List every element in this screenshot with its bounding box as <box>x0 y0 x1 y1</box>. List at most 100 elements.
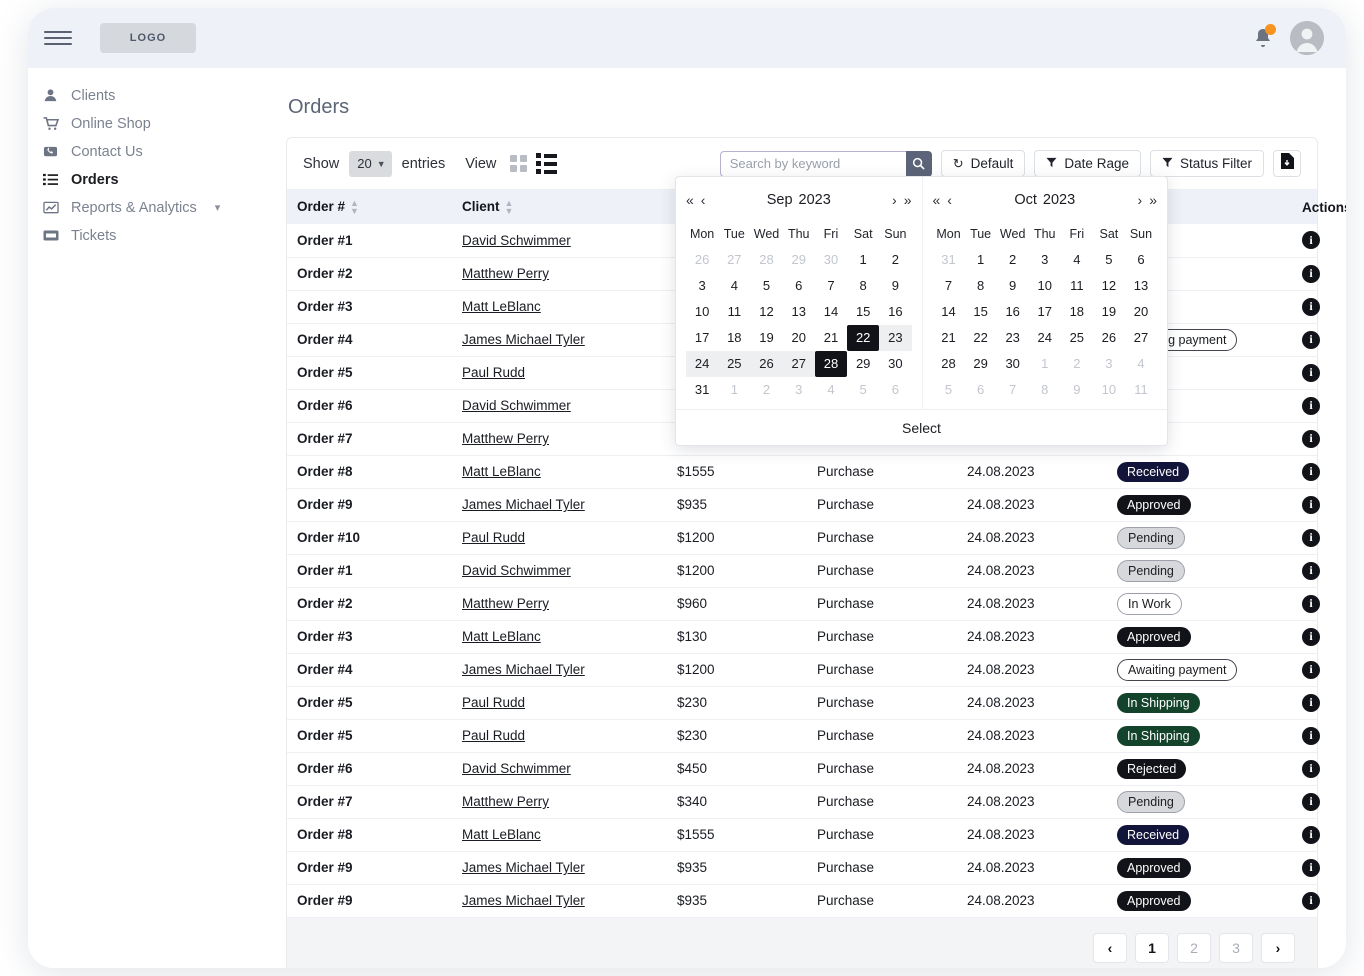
client-link[interactable]: Paul Rudd <box>462 365 525 380</box>
calendar-day[interactable]: 29 <box>847 351 879 377</box>
calendar-day[interactable]: 12 <box>750 299 782 325</box>
chevron-down-icon[interactable]: ▾ <box>215 201 221 214</box>
client-link[interactable]: James Michael Tyler <box>462 893 585 908</box>
calendar-day[interactable]: 22 <box>965 325 997 351</box>
calendar-day[interactable]: 4 <box>815 377 847 403</box>
calendar-day[interactable]: 8 <box>847 273 879 299</box>
calendar-day[interactable]: 10 <box>1029 273 1061 299</box>
client-link[interactable]: David Schwimmer <box>462 233 571 248</box>
calendar-day[interactable]: 27 <box>782 351 815 377</box>
logo[interactable]: LOGO <box>100 23 196 53</box>
chevron-left-icon[interactable]: ‹ <box>701 192 706 208</box>
calendar-day[interactable]: 18 <box>1061 299 1093 325</box>
calendar-day[interactable]: 30 <box>997 351 1029 377</box>
info-icon[interactable]: i <box>1302 825 1320 844</box>
client-link[interactable]: Matthew Perry <box>462 266 549 281</box>
calendar-day[interactable]: 1 <box>718 377 750 403</box>
calendar-select-button[interactable]: Select <box>676 409 1167 445</box>
chevron-right-icon[interactable]: › <box>892 192 897 208</box>
info-icon[interactable]: i <box>1302 231 1320 250</box>
calendar-day[interactable]: 27 <box>1125 325 1157 351</box>
calendar-day[interactable]: 28 <box>814 351 848 377</box>
double-chevron-right-icon[interactable]: » <box>904 192 912 208</box>
calendar-day[interactable]: 5 <box>750 273 782 299</box>
status-filter-button[interactable]: Status Filter <box>1149 150 1264 177</box>
search-icon[interactable] <box>905 150 932 177</box>
client-link[interactable]: Paul Rudd <box>462 530 525 545</box>
info-icon[interactable]: i <box>1302 264 1320 283</box>
calendar-day[interactable]: 21 <box>815 325 847 351</box>
calendar-day[interactable]: 2 <box>1061 351 1093 377</box>
pagination-page-2[interactable]: 2 <box>1177 932 1211 963</box>
sidebar-item-tickets[interactable]: Tickets <box>28 222 258 249</box>
calendar-day[interactable]: 6 <box>1125 247 1157 273</box>
calendar-day[interactable]: 18 <box>718 325 750 351</box>
calendar-day[interactable]: 16 <box>879 299 911 325</box>
calendar-day[interactable]: 5 <box>1093 247 1125 273</box>
pagination-prev[interactable]: ‹ <box>1093 932 1127 963</box>
info-icon[interactable]: i <box>1302 792 1320 811</box>
info-icon[interactable]: i <box>1302 891 1320 910</box>
client-link[interactable]: Matt LeBlanc <box>462 827 541 842</box>
client-link[interactable]: Matthew Perry <box>462 794 549 809</box>
info-icon[interactable]: i <box>1302 561 1320 580</box>
hamburger-icon[interactable] <box>44 27 72 49</box>
calendar-day[interactable]: 26 <box>750 351 783 377</box>
calendar-day[interactable]: 11 <box>1061 273 1093 299</box>
calendar-day[interactable]: 1 <box>847 247 879 273</box>
sidebar-item-reports-analytics[interactable]: Reports & Analytics ▾ <box>28 194 258 221</box>
chevron-left-icon[interactable]: ‹ <box>947 192 952 208</box>
client-link[interactable]: David Schwimmer <box>462 761 571 776</box>
pagination-next[interactable]: › <box>1261 932 1295 963</box>
calendar-day[interactable]: 14 <box>933 299 965 325</box>
date-range-button[interactable]: Date Rage <box>1034 150 1141 177</box>
client-link[interactable]: Matt LeBlanc <box>462 464 541 479</box>
calendar-day[interactable]: 4 <box>1125 351 1157 377</box>
calendar-day[interactable]: 20 <box>783 325 815 351</box>
column-header-order[interactable]: Order # ▲ ▼ <box>287 190 452 224</box>
info-icon[interactable]: i <box>1302 594 1320 613</box>
sidebar-item-orders[interactable]: Orders <box>28 166 258 193</box>
client-link[interactable]: Matt LeBlanc <box>462 629 541 644</box>
calendar-day[interactable]: 15 <box>847 299 879 325</box>
client-link[interactable]: Paul Rudd <box>462 695 525 710</box>
calendar-day[interactable]: 21 <box>933 325 965 351</box>
calendar-day[interactable]: 17 <box>686 325 718 351</box>
sidebar-item-contact-us[interactable]: Contact Us <box>28 138 258 165</box>
client-link[interactable]: David Schwimmer <box>462 563 571 578</box>
calendar-day[interactable]: 8 <box>965 273 997 299</box>
avatar[interactable] <box>1290 21 1324 55</box>
column-header-client[interactable]: Client ▲ ▼ <box>452 190 667 224</box>
calendar-day[interactable]: 2 <box>750 377 782 403</box>
calendar-day[interactable]: 9 <box>879 273 911 299</box>
info-icon[interactable]: i <box>1302 330 1320 349</box>
client-link[interactable]: Matt LeBlanc <box>462 299 541 314</box>
info-icon[interactable]: i <box>1302 693 1320 712</box>
calendar-day[interactable]: 19 <box>1093 299 1125 325</box>
calendar-day[interactable]: 5 <box>847 377 879 403</box>
calendar-day[interactable]: 29 <box>965 351 997 377</box>
calendar-day[interactable]: 31 <box>686 377 718 403</box>
chevron-right-icon[interactable]: › <box>1138 192 1143 208</box>
sidebar-item-online-shop[interactable]: Online Shop <box>28 110 258 137</box>
calendar-day[interactable]: 14 <box>815 299 847 325</box>
info-icon[interactable]: i <box>1302 396 1320 415</box>
calendar-day[interactable]: 7 <box>933 273 965 299</box>
info-icon[interactable]: i <box>1302 495 1320 514</box>
calendar-day[interactable]: 1 <box>1029 351 1061 377</box>
calendar-day[interactable]: 24 <box>1029 325 1061 351</box>
export-button[interactable] <box>1273 150 1301 177</box>
sidebar-item-clients[interactable]: Clients <box>28 82 258 109</box>
calendar-day[interactable]: 3 <box>686 273 718 299</box>
bell-icon[interactable] <box>1252 24 1276 50</box>
calendar-day[interactable]: 29 <box>783 247 815 273</box>
calendar-day[interactable]: 23 <box>997 325 1029 351</box>
double-chevron-right-icon[interactable]: » <box>1149 192 1157 208</box>
calendar-day[interactable]: 19 <box>750 325 782 351</box>
calendar-day[interactable]: 17 <box>1029 299 1061 325</box>
calendar-day[interactable]: 10 <box>686 299 718 325</box>
calendar-day[interactable]: 26 <box>686 247 718 273</box>
calendar-day[interactable]: 4 <box>1061 247 1093 273</box>
calendar-day[interactable]: 25 <box>1061 325 1093 351</box>
calendar-day[interactable]: 6 <box>965 377 997 403</box>
